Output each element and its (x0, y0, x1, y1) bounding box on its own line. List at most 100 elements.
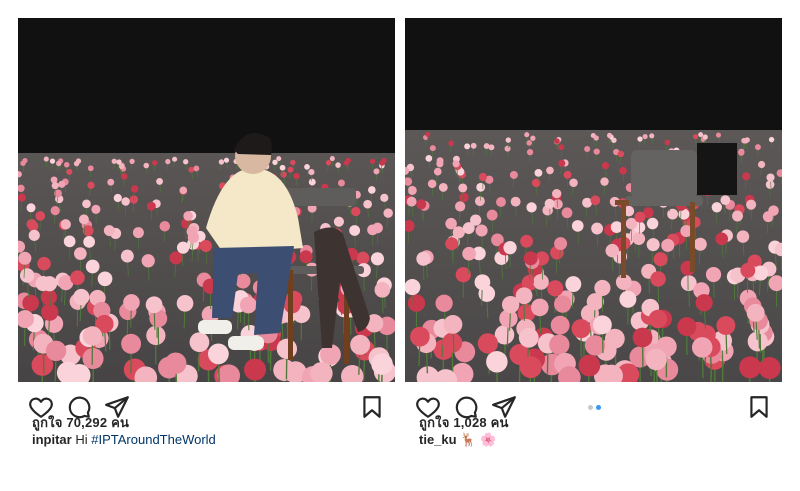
flower (632, 232, 646, 245)
flower (552, 188, 562, 199)
flower (442, 332, 463, 353)
hashtag-link[interactable]: #IPTAroundTheWorld (91, 432, 216, 447)
flower (63, 235, 76, 248)
flower (70, 270, 85, 286)
flower (549, 334, 570, 355)
flower (299, 250, 313, 264)
carousel-indicator (588, 405, 604, 411)
flower (26, 218, 37, 230)
flower (610, 221, 623, 233)
flower (646, 238, 660, 252)
flower (554, 138, 560, 144)
flower (308, 169, 315, 176)
flower (606, 132, 613, 139)
flower (371, 353, 393, 375)
username-link[interactable]: tie_ku (419, 432, 457, 447)
flower (372, 222, 383, 234)
flower (754, 144, 761, 151)
flower (58, 180, 66, 188)
flower (363, 199, 372, 209)
flower (83, 235, 95, 248)
flower (448, 140, 454, 147)
flower (591, 222, 604, 235)
flower (433, 167, 442, 176)
flower (97, 271, 113, 287)
flower (739, 356, 762, 379)
flower (592, 315, 612, 335)
flower (56, 160, 62, 167)
flower (445, 217, 457, 230)
flower (368, 186, 376, 194)
flower (736, 230, 750, 243)
flower (563, 170, 572, 179)
flower (593, 135, 599, 141)
flower (738, 149, 745, 156)
flower (113, 193, 122, 203)
flower (561, 207, 573, 219)
flower (244, 358, 267, 381)
flower (82, 326, 103, 346)
flower (505, 137, 512, 143)
flower (129, 158, 135, 164)
caption-text: 🦌 🌸 (460, 432, 497, 447)
flower (87, 181, 95, 189)
flower (475, 224, 488, 237)
post-photo[interactable] (405, 18, 782, 382)
flower (619, 166, 627, 175)
bookmark-icon[interactable] (359, 394, 385, 420)
flower (605, 243, 619, 258)
flower (757, 160, 766, 169)
flower (569, 178, 578, 188)
flower (436, 160, 444, 168)
flower (715, 232, 729, 246)
bookmark-icon[interactable] (746, 394, 772, 420)
flower (107, 178, 115, 186)
flower (208, 343, 229, 365)
flower (78, 214, 89, 225)
flower (146, 201, 156, 211)
flower (290, 159, 296, 166)
flower (584, 145, 591, 153)
flower (515, 287, 533, 305)
feed: ถูกใจ 70,292 คน inpitar Hi #IPTAroundThe… (0, 0, 800, 491)
flower (151, 160, 158, 166)
flower (509, 171, 518, 179)
flower (43, 156, 49, 162)
flower (677, 317, 697, 337)
flower (503, 241, 517, 255)
flower (272, 159, 278, 165)
flower (66, 168, 73, 175)
likes-count[interactable]: ถูกใจ 1,028 คน (419, 412, 509, 433)
flower (189, 332, 210, 352)
flower (531, 298, 549, 317)
caption: inpitar Hi #IPTAroundTheWorld (32, 432, 216, 447)
flower (45, 340, 67, 362)
flower (619, 290, 637, 308)
likes-count[interactable]: ถูกใจ 70,292 คน (32, 412, 129, 433)
flower (698, 132, 704, 138)
flower (187, 231, 200, 243)
flower (768, 136, 775, 143)
flower (425, 131, 431, 137)
post-photo[interactable] (18, 18, 395, 382)
username-link[interactable]: inpitar (32, 432, 72, 447)
flower (116, 159, 122, 165)
flower (193, 165, 200, 172)
flower (120, 249, 134, 263)
flower (176, 294, 194, 312)
flower (578, 354, 601, 377)
flower (534, 168, 543, 177)
flower (164, 352, 187, 374)
flower (716, 316, 736, 336)
flower (649, 133, 655, 139)
flower (637, 136, 643, 142)
flower (747, 331, 768, 352)
flower (486, 209, 498, 221)
flower (661, 238, 675, 252)
flower (188, 166, 195, 173)
flower (73, 160, 80, 167)
flower (172, 156, 178, 162)
flower (223, 157, 230, 163)
flower (642, 133, 648, 140)
flower (87, 165, 94, 172)
